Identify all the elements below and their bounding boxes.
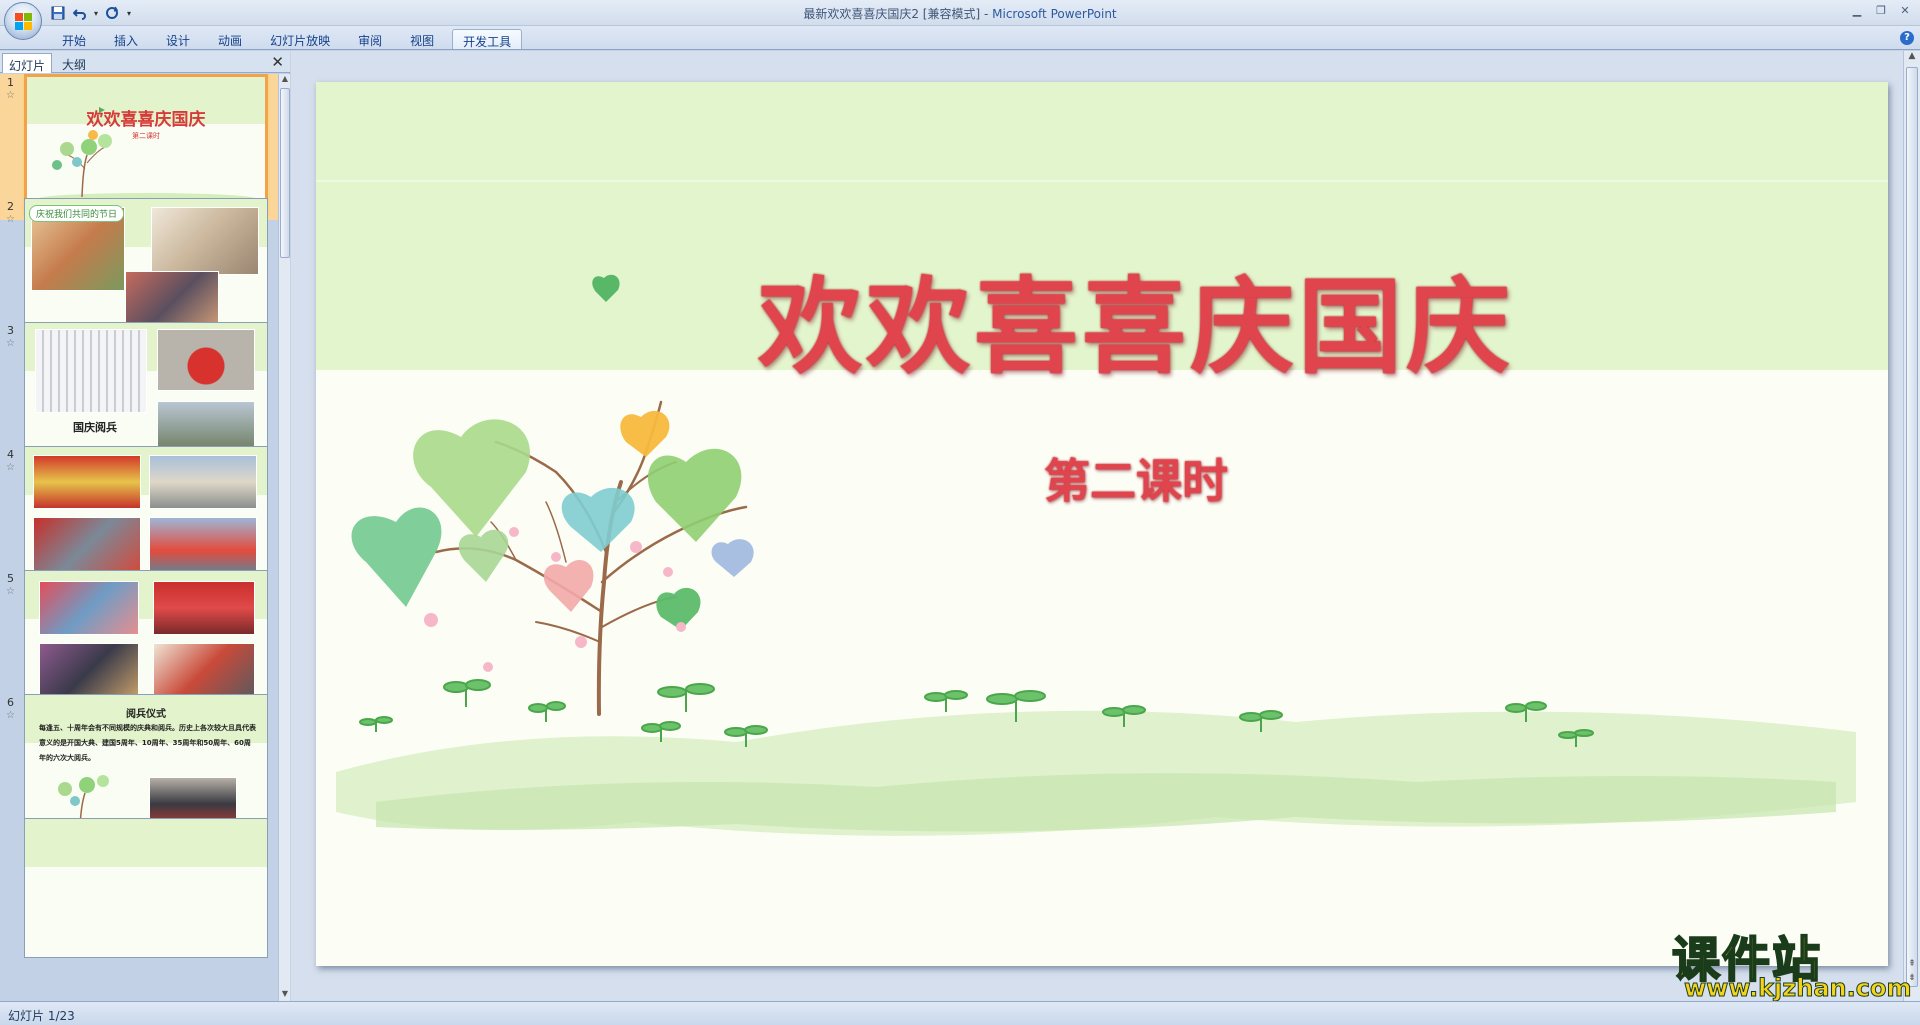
office-button[interactable] [4, 2, 42, 40]
watermark-logo: 课件站 www.kjzhan.com [1670, 920, 1912, 1003]
ribbon-tabs: 开始 插入 设计 动画 幻灯片放映 审阅 视图 开发工具 [52, 29, 530, 49]
window-title: 最新欢欢喜喜庆国庆2 [兼容模式] - Microsoft PowerPoint [0, 5, 1920, 22]
thumb-photo [153, 581, 255, 635]
editor-scrollbar[interactable]: ▲ ⇞ ⇟ [1903, 51, 1920, 1001]
animation-star-icon: ☆ [6, 338, 15, 349]
thumb-photo [33, 455, 141, 509]
thumb-tree-art [37, 107, 257, 205]
close-icon[interactable]: ✕ [1894, 2, 1916, 18]
slide-number: 6 [7, 696, 14, 709]
thumbnail-list: 1 ☆ 欢欢喜喜庆国庆 第二课时 2 ☆ 庆祝我们共同的节日 3 ☆ 国庆阅兵 … [0, 74, 278, 1001]
tab-view[interactable]: 视图 [400, 29, 444, 49]
thumbnail-scrollbar[interactable]: ▲ ▼ [278, 74, 290, 1001]
slide-canvas[interactable]: 欢欢喜喜庆国庆 第二课时 [316, 82, 1888, 966]
status-bar: 幻灯片 1/23 [0, 1001, 1920, 1025]
tab-insert[interactable]: 插入 [104, 29, 148, 49]
animation-star-icon: ☆ [6, 462, 15, 473]
thumb-photo [149, 517, 257, 573]
thumb-photo [151, 207, 259, 275]
slide-number: 2 [7, 200, 14, 213]
tab-design[interactable]: 设计 [156, 29, 200, 49]
scroll-up-icon[interactable]: ▲ [279, 74, 291, 86]
tab-review[interactable]: 审阅 [348, 29, 392, 49]
slide-thumbnail[interactable]: 阅兵仪式 每逢五、十周年会有不同规模的庆典和阅兵。历史上各次较大且具代表意义的是… [24, 694, 268, 834]
slide-subtitle[interactable]: 第二课时 [806, 445, 1466, 511]
slide-thumbnail[interactable] [24, 818, 268, 958]
slide-thumbnail[interactable] [24, 446, 268, 586]
thumb-photo [149, 455, 257, 509]
slide-number: 4 [7, 448, 14, 461]
ribbon: 开始 插入 设计 动画 幻灯片放映 审阅 视图 开发工具 ? [0, 26, 1920, 50]
scrollbar-thumb[interactable] [1906, 67, 1918, 987]
scrollbar-thumb[interactable] [280, 88, 290, 258]
slide-thumbnail[interactable]: 国庆阅兵 [24, 322, 268, 462]
thumbnail-row[interactable] [0, 818, 278, 964]
tab-slides[interactable]: 幻灯片 [2, 53, 53, 73]
tab-animations[interactable]: 动画 [208, 29, 252, 49]
thumb-photo [157, 329, 255, 391]
title-bar: ▾ ▾ 最新欢欢喜喜庆国庆2 [兼容模式] - Microsoft PowerP… [0, 0, 1920, 26]
help-icon[interactable]: ? [1900, 31, 1914, 45]
slide-indicator: 幻灯片 1/23 [8, 1009, 75, 1023]
animation-star-icon: ☆ [6, 586, 15, 597]
close-icon[interactable]: ✕ [271, 53, 284, 71]
animation-star-icon: ☆ [6, 90, 15, 101]
slide-thumbnail[interactable]: 庆祝我们共同的节日 [24, 198, 268, 338]
animation-star-icon: ☆ [6, 214, 15, 225]
animation-star-icon: ☆ [6, 710, 15, 721]
tab-outline[interactable]: 大纲 [56, 53, 92, 73]
thumb-photo [153, 643, 255, 699]
thumb-body-text: 每逢五、十周年会有不同规模的庆典和阅兵。历史上各次较大且具代表意义的是开国大典、… [39, 724, 256, 762]
restore-icon[interactable]: ❐ [1870, 2, 1892, 18]
tab-developer[interactable]: 开发工具 [452, 29, 523, 49]
tab-home[interactable]: 开始 [52, 29, 96, 49]
document-title: 最新欢欢喜喜庆国庆2 [兼容模式] - [803, 7, 993, 21]
panel-tabs: 幻灯片 大纲 ✕ [0, 51, 290, 73]
slide-thumbnail[interactable]: 欢欢喜喜庆国庆 第二课时 [24, 74, 268, 214]
tree-illustration [336, 274, 1856, 836]
thumb-heading: 阅兵仪式 [126, 709, 166, 720]
slide-title[interactable]: 欢欢喜喜庆国庆 [706, 242, 1566, 393]
slide-number: 1 [7, 76, 14, 89]
thumb-band [25, 819, 267, 868]
window-controls: ▁ ❐ ✕ [1846, 2, 1916, 18]
thumb-photo [33, 517, 141, 573]
slide-thumbnail[interactable] [24, 570, 268, 710]
thumb-photo [35, 329, 147, 413]
scroll-up-icon[interactable]: ▲ [1904, 51, 1920, 65]
scroll-down-icon[interactable]: ▼ [279, 989, 291, 1001]
thumb-photo [39, 581, 139, 635]
slide-number: 5 [7, 572, 14, 585]
slides-panel: 幻灯片 大纲 ✕ 1 ☆ 欢欢喜喜庆国庆 第二课时 2 ☆ 庆祝我们共同的节日 … [0, 51, 290, 1001]
thumb-label: 国庆阅兵 [73, 421, 117, 434]
app-name: Microsoft PowerPoint [992, 7, 1117, 21]
watermark-url: www.kjzhan.com [1683, 974, 1912, 1003]
slide-editor: 欢欢喜喜庆国庆 第二课时 [291, 51, 1903, 1001]
tab-slideshow[interactable]: 幻灯片放映 [260, 29, 340, 49]
thumb-pill-label: 庆祝我们共同的节日 [29, 205, 125, 222]
office-logo-icon [15, 13, 32, 30]
thumb-photo [39, 643, 139, 699]
previous-slide-icon[interactable]: ⇞ [1904, 959, 1920, 973]
slide-number: 3 [7, 324, 14, 337]
minimize-icon[interactable]: ▁ [1846, 2, 1868, 18]
